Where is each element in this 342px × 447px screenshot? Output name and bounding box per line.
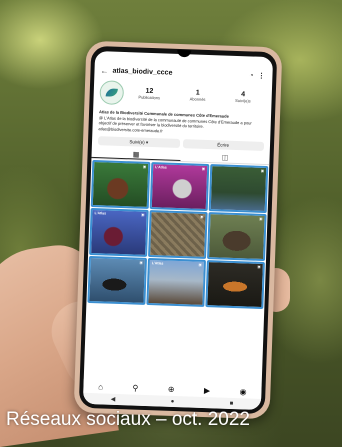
- carousel-icon: ▣: [259, 216, 263, 221]
- avatar[interactable]: [99, 80, 125, 106]
- recent-square-icon[interactable]: ■: [230, 400, 234, 406]
- carousel-icon: ▣: [201, 166, 206, 171]
- phone-screen: ← atlas_biodiv_ccce ◔ ⋮ 12 Publications …: [82, 51, 274, 410]
- post-grid: ▣ L'Atlas ▣ ▣ L'Atlas ▣ ▣ ▣ ▣ L'Atlas ▣ ▣: [86, 159, 269, 310]
- logo-leaf-icon: [105, 88, 118, 97]
- more-vertical-icon[interactable]: ⋮: [256, 72, 266, 80]
- carousel-icon: ▣: [198, 262, 202, 267]
- profile-icon[interactable]: ◉: [239, 387, 246, 396]
- carousel-icon: ▣: [139, 260, 143, 265]
- carousel-icon: ▣: [142, 164, 147, 169]
- bell-icon[interactable]: ◔: [246, 72, 256, 79]
- post-tile[interactable]: ▣: [87, 255, 148, 305]
- following-label: Suivi(e)s: [235, 97, 251, 104]
- post-tile[interactable]: L'Atlas ▣: [146, 257, 206, 307]
- post-tile[interactable]: ▣: [207, 212, 267, 262]
- reels-icon[interactable]: ▶: [204, 386, 210, 395]
- followers-stat[interactable]: 1 Abonnés: [190, 89, 206, 102]
- posts-stat[interactable]: 12 Publications: [138, 88, 160, 101]
- post-tile[interactable]: ▣: [205, 260, 265, 310]
- home-circle-icon[interactable]: ●: [171, 398, 175, 404]
- search-icon[interactable]: ⚲: [132, 383, 138, 392]
- back-triangle-icon[interactable]: ◀: [111, 396, 116, 403]
- post-tile[interactable]: ▣: [90, 159, 151, 209]
- back-arrow-icon[interactable]: ←: [100, 66, 112, 75]
- follow-button[interactable]: Suivi(e) ▾: [97, 136, 180, 148]
- carousel-icon: ▣: [260, 168, 265, 173]
- home-icon[interactable]: ⌂: [98, 382, 103, 391]
- post-tile[interactable]: ▣: [148, 209, 208, 259]
- posts-label: Publications: [138, 94, 161, 101]
- post-tile[interactable]: ▣: [208, 164, 269, 214]
- carousel-icon: ▣: [200, 214, 204, 219]
- post-tile[interactable]: L'Atlas ▣: [89, 207, 149, 257]
- phone-bezel: ← atlas_biodiv_ccce ◔ ⋮ 12 Publications …: [78, 45, 278, 415]
- carousel-icon: ▣: [257, 264, 261, 269]
- username: atlas_biodiv_ccce: [112, 67, 173, 77]
- add-post-icon[interactable]: ⊕: [168, 384, 175, 393]
- post-tile[interactable]: L'Atlas ▣: [149, 162, 210, 212]
- followers-label: Abonnés: [189, 96, 206, 102]
- carousel-icon: ▣: [141, 212, 145, 217]
- message-button[interactable]: Écrire: [182, 139, 265, 151]
- profile-stats: 12 Publications 1 Abonnés 4 Suivi(e)s: [124, 87, 266, 104]
- photo-caption: Réseaux sociaux – oct. 2022: [6, 409, 250, 430]
- smartphone: ← atlas_biodiv_ccce ◔ ⋮ 12 Publications …: [73, 40, 283, 420]
- following-stat[interactable]: 4 Suivi(e)s: [235, 91, 251, 104]
